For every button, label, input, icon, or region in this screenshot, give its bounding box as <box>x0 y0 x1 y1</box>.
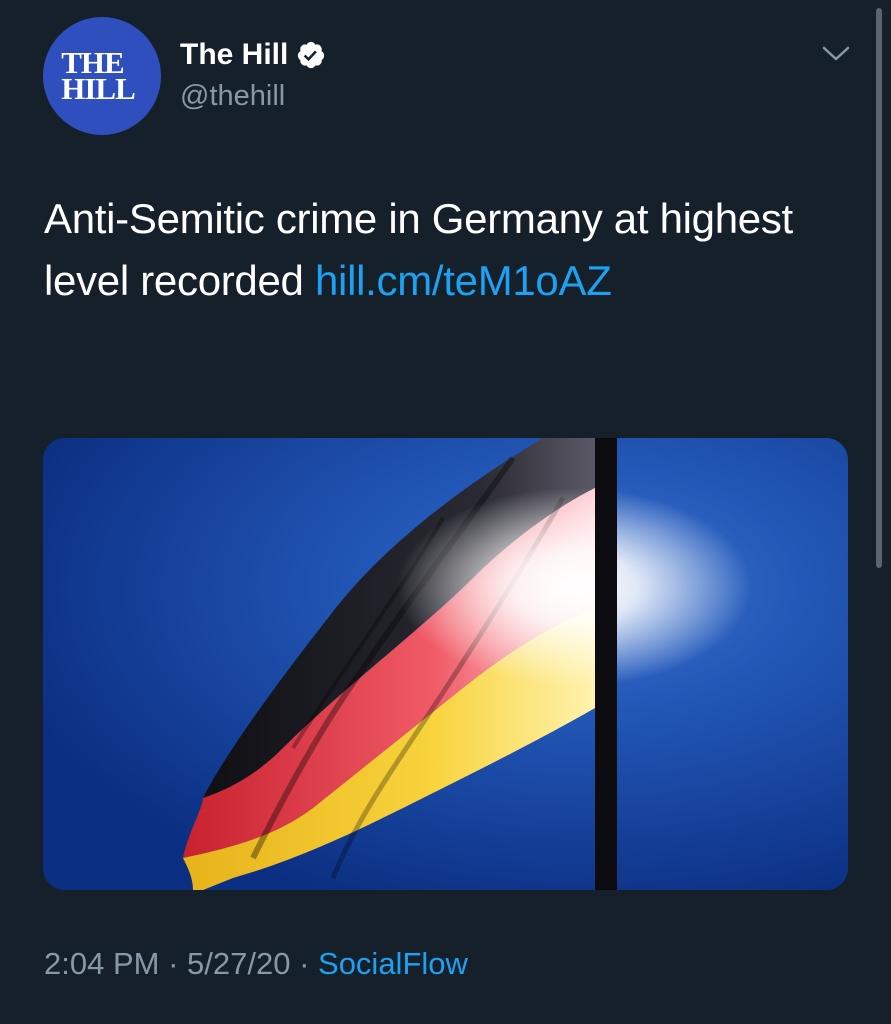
author-handle[interactable]: @thehill <box>180 80 285 113</box>
display-name[interactable]: The Hill <box>180 38 288 72</box>
meta-separator: · <box>290 946 319 981</box>
tweet-meta: 2:04 PM · 5/27/20 · SocialFlow <box>44 946 468 982</box>
chevron-down-icon[interactable] <box>818 38 854 68</box>
tweet-text: Anti-Semitic crime in Germany at highest… <box>44 188 844 312</box>
avatar-logo: THE HILL <box>61 47 136 106</box>
scrollbar[interactable] <box>874 0 884 568</box>
avatar-logo-line2: HILL <box>61 71 136 106</box>
tweet-date[interactable]: 5/27/20 <box>187 946 290 981</box>
tweet-media-image[interactable] <box>43 438 848 890</box>
author-name-row[interactable]: The Hill <box>180 38 326 72</box>
tweet-time[interactable]: 2:04 PM <box>44 946 159 981</box>
meta-separator: · <box>159 946 188 981</box>
tweet-card[interactable]: THE HILL The Hill @thehill Anti-Semitic … <box>0 0 891 1024</box>
verified-badge-icon <box>296 40 326 70</box>
scrollbar-thumb[interactable] <box>876 8 882 568</box>
tweet-link[interactable]: hill.cm/teM1oAZ <box>315 257 612 304</box>
tweet-source[interactable]: SocialFlow <box>318 946 468 981</box>
avatar[interactable]: THE HILL <box>43 17 161 135</box>
